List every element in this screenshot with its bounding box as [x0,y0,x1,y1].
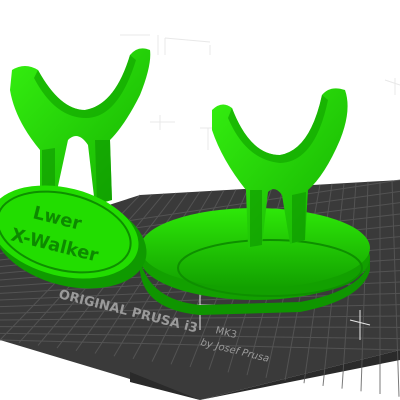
stand-model[interactable]: Lwer X-Walker [0,48,370,315]
3d-viewport[interactable]: ORIGINAL PRUSA i3 MK3 by Josef Prusa Lwe… [0,0,400,400]
scene-canvas: ORIGINAL PRUSA i3 MK3 by Josef Prusa Lwe… [0,34,400,400]
